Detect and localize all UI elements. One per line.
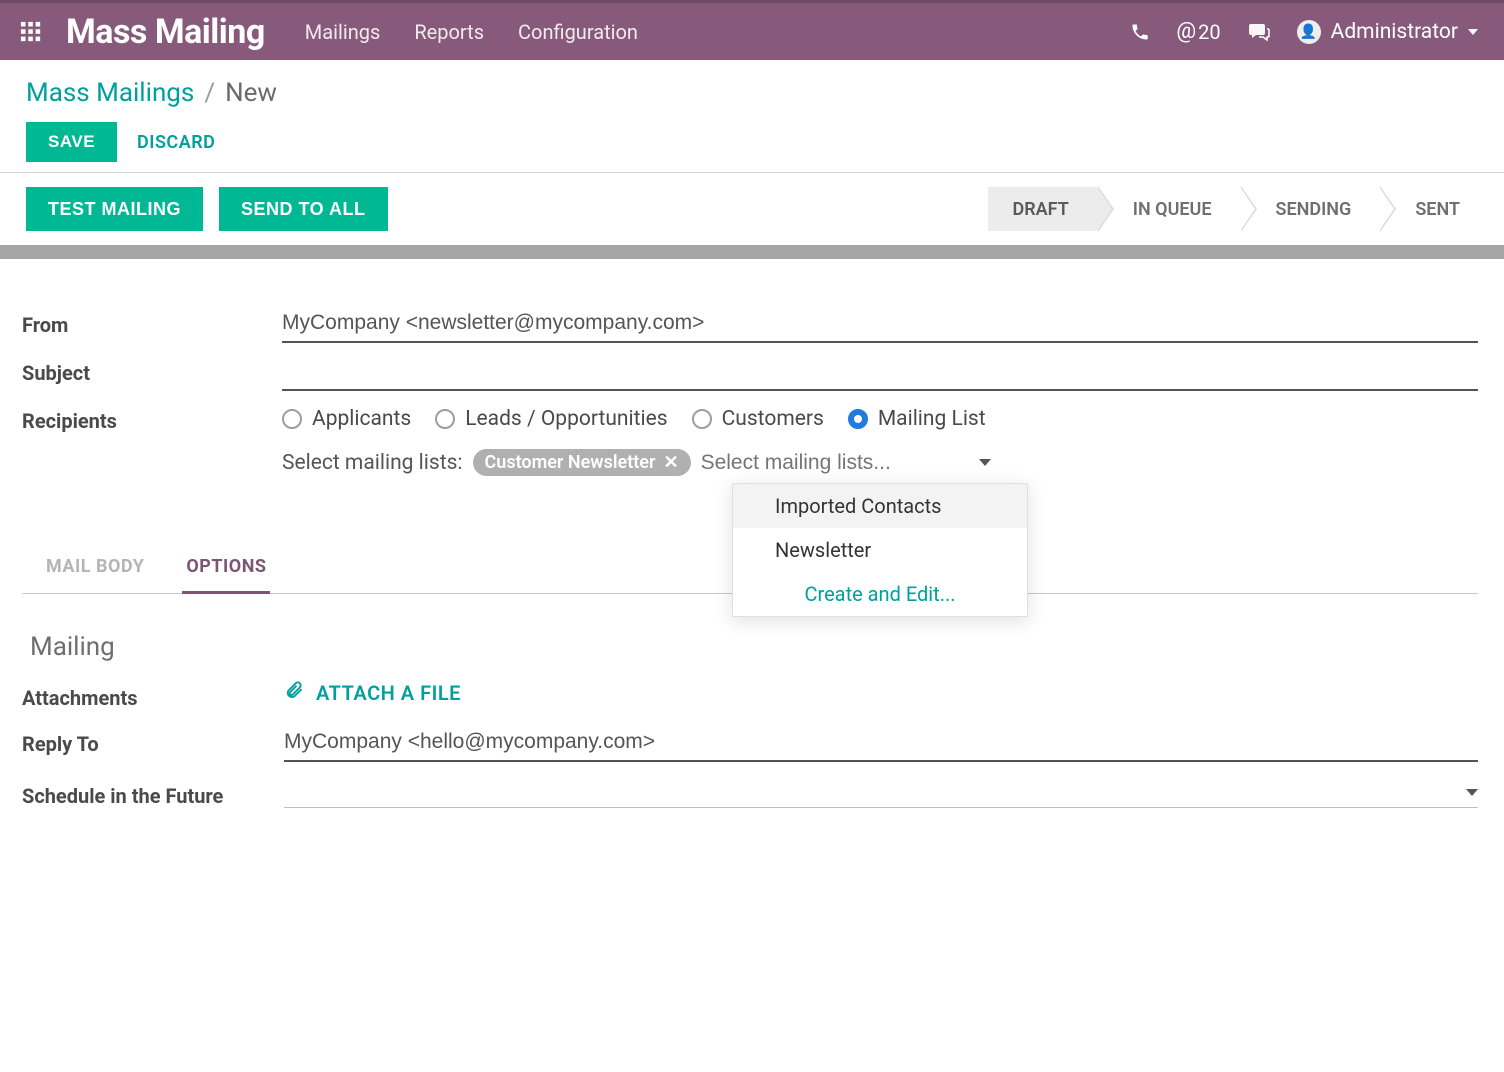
paperclip-icon xyxy=(284,680,304,705)
status-flow: DRAFT IN QUEUE SENDING SENT xyxy=(988,187,1478,231)
breadcrumb-current: New xyxy=(225,78,277,108)
radio-applicants[interactable]: Applicants xyxy=(282,407,411,431)
attachments-label: Attachments xyxy=(22,680,284,710)
dropdown-item-imported[interactable]: Imported Contacts xyxy=(733,484,1027,528)
status-draft[interactable]: DRAFT xyxy=(988,187,1096,231)
save-button[interactable]: SAVE xyxy=(26,122,117,162)
attach-file-button[interactable]: ATTACH A FILE xyxy=(284,680,461,705)
reply-to-label: Reply To xyxy=(22,726,284,756)
status-sending[interactable]: SENDING xyxy=(1240,187,1380,231)
from-label: From xyxy=(22,307,282,337)
mailing-list-input[interactable] xyxy=(701,451,921,475)
section-title: Mailing xyxy=(30,632,1478,662)
test-mailing-button[interactable]: TEST MAILING xyxy=(26,187,203,231)
radio-leads[interactable]: Leads / Opportunities xyxy=(435,407,667,431)
selected-tag: Customer Newsletter ✕ xyxy=(473,449,691,476)
phone-icon[interactable] xyxy=(1130,22,1150,42)
breadcrumb-sep: / xyxy=(204,78,215,108)
mentions-badge[interactable]: @20 xyxy=(1176,19,1220,44)
avatar: 👤 xyxy=(1297,20,1321,44)
nav-reports[interactable]: Reports xyxy=(414,20,484,44)
from-input[interactable] xyxy=(282,307,1478,343)
nav-configuration[interactable]: Configuration xyxy=(518,20,638,44)
schedule-select[interactable] xyxy=(284,778,1478,808)
tab-mail-body[interactable]: MAIL BODY xyxy=(42,548,148,594)
dropdown-item-newsletter[interactable]: Newsletter xyxy=(733,528,1027,572)
breadcrumb: Mass Mailings / New xyxy=(26,78,1478,108)
subject-label: Subject xyxy=(22,355,282,385)
dropdown-create-edit[interactable]: Create and Edit... xyxy=(733,572,1027,616)
user-menu[interactable]: 👤 Administrator xyxy=(1297,20,1478,44)
apps-icon[interactable] xyxy=(20,21,42,43)
radio-customers[interactable]: Customers xyxy=(692,407,824,431)
breadcrumb-parent[interactable]: Mass Mailings xyxy=(26,78,194,108)
subject-input[interactable] xyxy=(282,355,1478,391)
discard-button[interactable]: DISCARD xyxy=(137,132,215,153)
top-navbar: Mass Mailing Mailings Reports Configurat… xyxy=(0,0,1504,60)
app-brand[interactable]: Mass Mailing xyxy=(66,12,265,52)
tag-remove-icon[interactable]: ✕ xyxy=(663,452,678,473)
caret-down-icon xyxy=(1466,789,1478,796)
select-mailing-label: Select mailing lists: xyxy=(282,451,463,475)
caret-down-icon xyxy=(1468,29,1478,35)
radio-mailing-list[interactable]: Mailing List xyxy=(848,407,986,431)
user-name: Administrator xyxy=(1331,20,1458,44)
reply-to-input[interactable] xyxy=(284,726,1478,762)
nav-mailings[interactable]: Mailings xyxy=(305,20,381,44)
chat-icon[interactable] xyxy=(1247,20,1271,44)
tab-options[interactable]: OPTIONS xyxy=(182,548,270,594)
mailing-list-dropdown: Imported Contacts Newsletter Create and … xyxy=(732,483,1028,617)
send-to-all-button[interactable]: SEND TO ALL xyxy=(219,187,388,231)
dropdown-caret-icon[interactable] xyxy=(979,459,991,466)
schedule-label: Schedule in the Future xyxy=(22,778,284,808)
status-in-queue[interactable]: IN QUEUE xyxy=(1097,187,1240,231)
recipients-label: Recipients xyxy=(22,403,282,433)
